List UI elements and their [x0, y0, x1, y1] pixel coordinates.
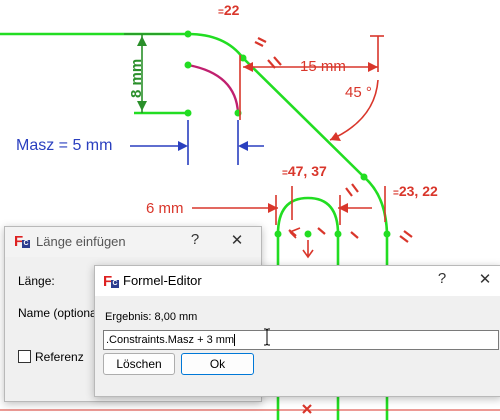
expression-input[interactable]: .Constraints.Masz + 3 mm — [103, 330, 499, 350]
coordinate-value: 23, 22 — [398, 183, 438, 199]
freecad-logo-icon: FC — [103, 273, 119, 290]
dimension-label-22[interactable]: =22 — [218, 2, 239, 18]
dialog-title: Länge einfügen — [36, 234, 126, 249]
close-button[interactable]: ✕ — [475, 270, 495, 288]
length-label: Länge: — [18, 274, 55, 288]
coordinate-value: 47, 37 — [287, 163, 327, 179]
freecad-logo-icon: FC — [14, 233, 30, 250]
construction-arc[interactable] — [187, 63, 240, 114]
clear-button[interactable]: Löschen — [103, 353, 175, 375]
dimension-label-15mm[interactable]: 15 mm — [300, 58, 346, 75]
diagonal-edge-line[interactable] — [242, 57, 365, 178]
text-caret — [234, 334, 236, 347]
help-button[interactable]: ? — [432, 270, 452, 287]
name-optional-label: Name (optional) — [18, 306, 104, 320]
help-button[interactable]: ? — [185, 231, 205, 248]
expression-label-masz[interactable]: Masz = 5 mm — [16, 137, 112, 155]
dialog-title: Formel-Editor — [123, 273, 202, 288]
formula-editor-dialog: FC Formel-Editor ? ✕ Ergebnis: 8,00 mm .… — [94, 265, 500, 397]
close-button[interactable]: ✕ — [227, 231, 247, 249]
dimension-label-6mm[interactable]: 6 mm — [146, 200, 184, 217]
coordinate-label-23-22[interactable]: =23, 22 — [393, 183, 438, 199]
reference-label: Referenz — [35, 350, 84, 364]
angle-label-45[interactable]: 45 ° — [345, 84, 372, 101]
ok-button[interactable]: Ok — [181, 353, 254, 375]
expression-text: .Constraints.Masz + 3 mm — [106, 334, 235, 346]
coordinate-label-47-37[interactable]: =47, 37 — [282, 163, 327, 179]
reference-checkbox[interactable] — [18, 350, 31, 363]
right-fillet-arc[interactable] — [363, 176, 389, 235]
dimension-value: 22 — [223, 2, 240, 18]
dimension-label-8mm[interactable]: 8 mm — [128, 59, 145, 98]
result-label: Ergebnis: 8,00 mm — [105, 311, 198, 323]
text-cursor-icon — [264, 328, 270, 346]
top-fillet-arc[interactable] — [187, 32, 245, 59]
dialog-titlebar[interactable]: FC Länge einfügen ? ✕ — [5, 227, 261, 257]
slot-arc[interactable] — [276, 196, 340, 235]
dialog-titlebar[interactable]: FC Formel-Editor ? ✕ — [95, 266, 500, 296]
